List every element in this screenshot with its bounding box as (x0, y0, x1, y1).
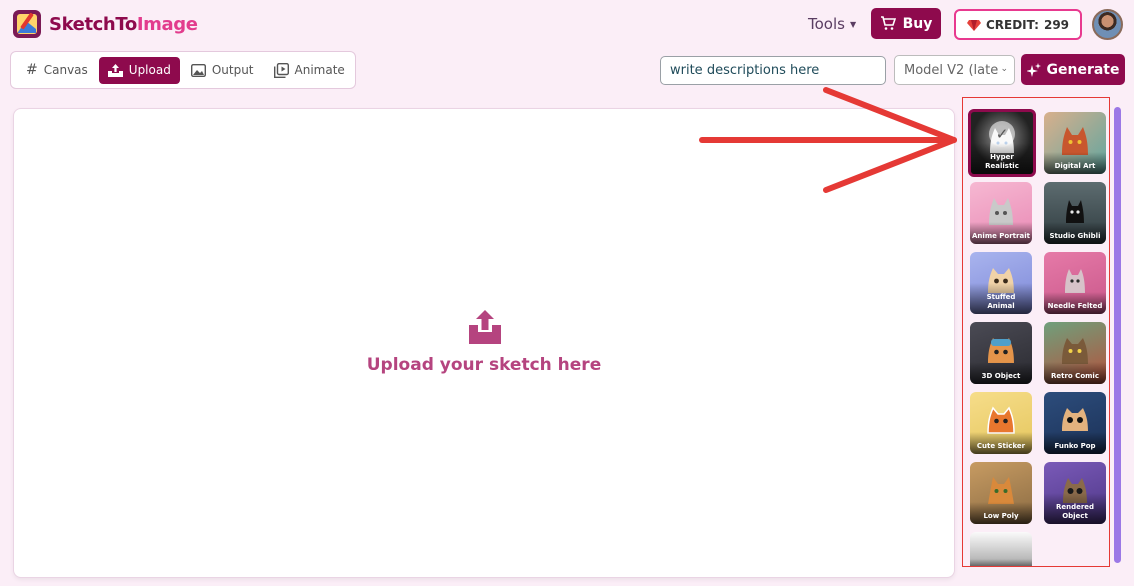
style-studio-ghibli[interactable]: Studio Ghibli (1044, 182, 1106, 244)
chevron-down-icon: ⌄ (1000, 64, 1008, 74)
app-logo[interactable]: SketchToImage (12, 9, 198, 39)
annotation-arrow-icon (699, 87, 957, 193)
style-label: Studio Ghibli (1044, 222, 1106, 244)
app-title-part-1: SketchTo (49, 13, 137, 35)
style-low-poly[interactable]: Low Poly (970, 462, 1032, 524)
tab-canvas[interactable]: # Canvas (17, 57, 97, 84)
style-label: Stuffed Animal (970, 283, 1032, 314)
style-gallery: ✓ Hyper Realistic Digital Art Anime Port… (962, 97, 1110, 567)
credit-label: CREDIT: (985, 17, 1039, 32)
style-label: Digital Art (1044, 152, 1106, 174)
upload-icon (469, 310, 501, 344)
gem-icon (966, 19, 981, 31)
style-digital-art[interactable]: Digital Art (1044, 112, 1106, 174)
style-label: Hyper Realistic (971, 143, 1033, 174)
tools-menu[interactable]: Tools ▼ (808, 15, 856, 33)
style-stuffed-animal[interactable]: Stuffed Animal (970, 252, 1032, 314)
tab-upload[interactable]: Upload (98, 56, 180, 84)
model-select-value: Model V2 (late (904, 62, 999, 78)
sparkle-icon (1026, 62, 1041, 77)
tab-canvas-label: Canvas (43, 63, 88, 77)
buy-label: Buy (902, 15, 933, 32)
tab-output[interactable]: Output (182, 57, 263, 84)
credit-badge[interactable]: CREDIT: 299 (954, 9, 1082, 40)
caret-down-icon: ▼ (849, 19, 857, 29)
style-cute-sticker[interactable]: Cute Sticker (970, 392, 1032, 454)
style-retro-comic[interactable]: Retro Comic (1044, 322, 1106, 384)
user-avatar[interactable] (1092, 9, 1123, 40)
style-label: Retro Comic (1044, 362, 1106, 384)
tab-output-label: Output (211, 63, 254, 77)
style-tile-partial[interactable] (970, 532, 1032, 566)
sketch-logo-icon (13, 10, 41, 38)
style-label (970, 559, 1032, 566)
style-3d-object[interactable]: 3D Object (970, 322, 1032, 384)
style-rendered-object[interactable]: Rendered Object (1044, 462, 1106, 524)
style-gallery-scrollbar[interactable] (1114, 107, 1121, 563)
tab-upload-label: Upload (128, 63, 171, 77)
image-icon (190, 63, 206, 77)
style-label: Rendered Object (1044, 493, 1106, 524)
upload-tray-icon (107, 63, 123, 77)
mode-toolbar: # Canvas Upload Output Animate (10, 51, 356, 89)
cart-icon (880, 16, 896, 30)
upload-prompt: Upload your sketch here (366, 355, 602, 375)
hash-icon: # (26, 62, 38, 78)
buy-button[interactable]: Buy (871, 8, 941, 39)
style-label: Needle Felted (1044, 292, 1106, 314)
style-anime-portrait[interactable]: Anime Portrait (970, 182, 1032, 244)
style-label: Cute Sticker (970, 432, 1032, 454)
app-title-part-2: Image (136, 13, 198, 35)
style-hyper-realistic[interactable]: ✓ Hyper Realistic (968, 109, 1036, 177)
style-label: Low Poly (970, 502, 1032, 524)
style-needle-felted[interactable]: Needle Felted (1044, 252, 1106, 314)
app-title: SketchToImage (49, 14, 198, 35)
tab-animate[interactable]: Animate (265, 57, 354, 84)
style-label: 3D Object (970, 362, 1032, 384)
style-label: Anime Portrait (970, 222, 1032, 244)
tab-animate-label: Animate (294, 63, 345, 77)
style-funko-pop[interactable]: Funko Pop (1044, 392, 1106, 454)
credit-value: 299 (1043, 17, 1070, 32)
generate-label: Generate (1046, 61, 1120, 78)
generate-button[interactable]: Generate (1021, 54, 1125, 85)
style-label: Funko Pop (1044, 432, 1106, 454)
play-frames-icon (273, 62, 289, 78)
tools-label: Tools (808, 15, 845, 33)
